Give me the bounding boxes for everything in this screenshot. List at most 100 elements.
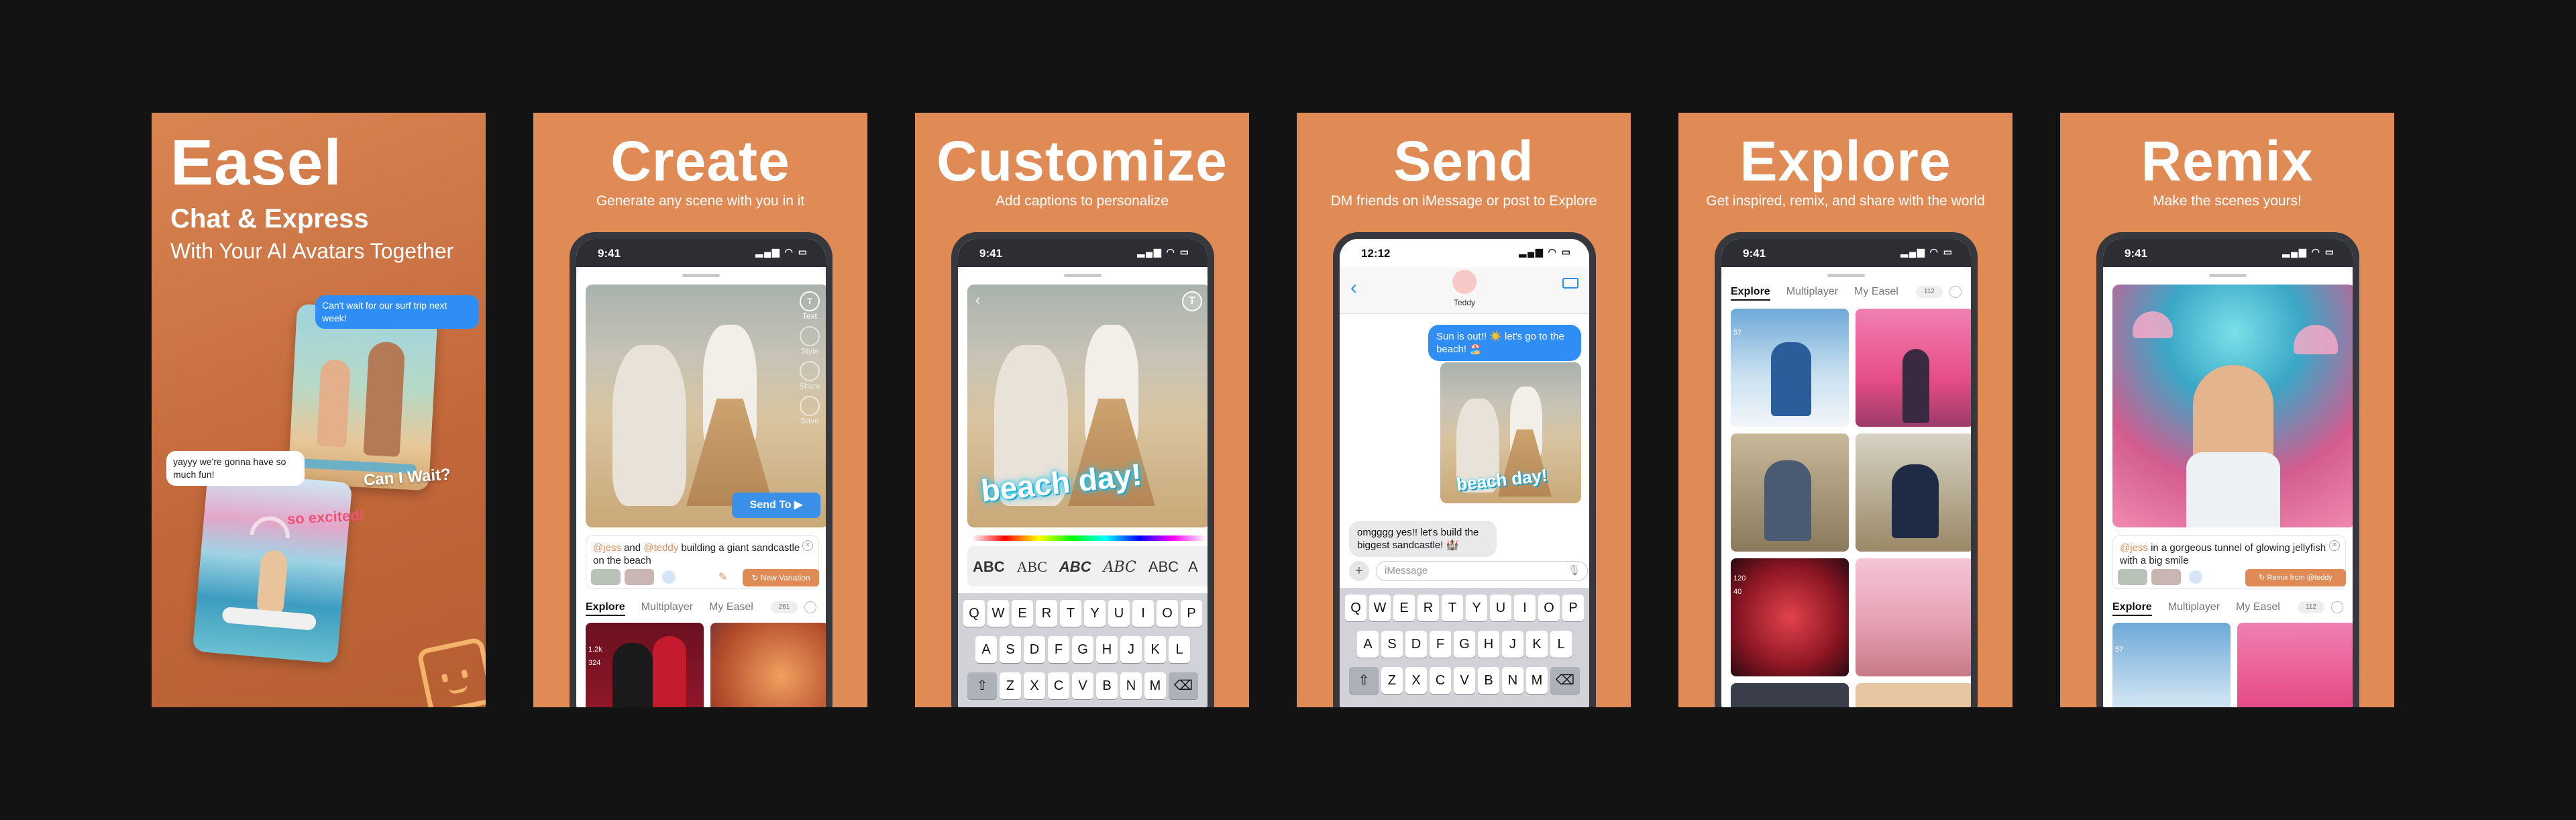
avatar-teddy[interactable] <box>2151 569 2181 585</box>
key-e[interactable]: E <box>1012 600 1033 627</box>
share-tool-icon[interactable] <box>800 361 820 381</box>
back-icon[interactable]: ‹ <box>1350 276 1357 299</box>
explore-tile[interactable] <box>1856 683 1971 707</box>
key-m[interactable]: M <box>1144 672 1166 699</box>
tab-my-easel[interactable]: My Easel <box>2236 601 2280 613</box>
tab-multiplayer[interactable]: Multiplayer <box>2168 601 2220 613</box>
explore-tile[interactable] <box>1856 558 1971 676</box>
key-d[interactable]: D <box>1405 631 1427 658</box>
key-e[interactable]: E <box>1393 595 1415 621</box>
tab-explore[interactable]: Explore <box>2112 601 2152 616</box>
contact-name[interactable]: Teddy <box>1340 298 1589 307</box>
key-l[interactable]: L <box>1550 631 1572 658</box>
key-v[interactable]: V <box>1454 667 1475 694</box>
key-a[interactable]: A <box>1357 631 1379 658</box>
explore-tile[interactable] <box>2237 623 2353 707</box>
key-o[interactable]: O <box>1538 595 1560 621</box>
sheet-grabber[interactable] <box>1064 274 1102 277</box>
save-tool-icon[interactable] <box>800 396 820 416</box>
key-x[interactable]: X <box>1024 672 1045 699</box>
avatar-jess[interactable] <box>2118 569 2147 585</box>
key-y[interactable]: Y <box>1466 595 1487 621</box>
key-t[interactable]: T <box>1442 595 1463 621</box>
key-j[interactable]: J <box>1502 631 1523 658</box>
key-k[interactable]: K <box>1526 631 1548 658</box>
new-variation-button[interactable]: ↻ New Variation <box>743 569 819 586</box>
shift-key[interactable]: ⇧ <box>967 672 997 699</box>
font-option[interactable]: ABC <box>1104 559 1136 576</box>
font-option[interactable]: ABC <box>1059 558 1091 575</box>
sent-image[interactable]: beach day! <box>1440 362 1581 503</box>
bell-icon[interactable] <box>1949 286 1962 298</box>
clear-icon[interactable]: ✕ <box>2329 540 2340 551</box>
explore-tile[interactable] <box>1731 433 1849 552</box>
key-s[interactable]: S <box>1381 631 1403 658</box>
key-a[interactable]: A <box>975 636 997 663</box>
key-q[interactable]: Q <box>963 600 985 627</box>
back-icon[interactable]: ‹ <box>975 291 980 309</box>
explore-tile[interactable]: 1.2k 324 <box>586 623 704 707</box>
key-y[interactable]: Y <box>1084 600 1106 627</box>
shift-key[interactable]: ⇧ <box>1349 667 1379 694</box>
sheet-grabber[interactable] <box>2209 274 2247 277</box>
key-w[interactable]: W <box>1369 595 1391 621</box>
delete-key[interactable]: ⌫ <box>1169 672 1198 699</box>
tab-explore[interactable]: Explore <box>1731 286 1770 301</box>
key-g[interactable]: G <box>1454 631 1475 658</box>
key-f[interactable]: F <box>1048 636 1069 663</box>
key-i[interactable]: I <box>1514 595 1536 621</box>
avatar-jess[interactable] <box>591 569 621 585</box>
key-n[interactable]: N <box>1502 667 1523 694</box>
key-z[interactable]: Z <box>1000 672 1021 699</box>
key-d[interactable]: D <box>1024 636 1045 663</box>
send-to-button[interactable]: Send To ▶ <box>732 493 820 518</box>
remix-image[interactable] <box>2112 285 2353 527</box>
generated-image[interactable]: T Text Style Share Save Send To ▶ <box>586 285 826 527</box>
explore-tile[interactable]: 120 40 <box>1731 558 1849 676</box>
key-k[interactable]: K <box>1144 636 1166 663</box>
tab-explore[interactable]: Explore <box>586 601 625 616</box>
font-option-selected[interactable]: ABC <box>973 558 1005 575</box>
magic-wand-icon[interactable]: ✎ <box>718 570 732 584</box>
tab-multiplayer[interactable]: Multiplayer <box>1786 286 1838 297</box>
text-tool-icon[interactable]: T <box>1182 291 1202 311</box>
clear-icon[interactable]: ✕ <box>802 540 813 551</box>
key-h[interactable]: H <box>1478 631 1499 658</box>
key-u[interactable]: U <box>1108 600 1130 627</box>
key-m[interactable]: M <box>1526 667 1548 694</box>
key-p[interactable]: P <box>1562 595 1584 621</box>
remix-button[interactable]: ↻ Remix from @teddy <box>2245 569 2346 586</box>
font-option[interactable]: ABC <box>1148 558 1179 575</box>
explore-tile[interactable] <box>1856 433 1971 552</box>
key-t[interactable]: T <box>1060 600 1081 627</box>
bell-icon[interactable] <box>2331 601 2343 613</box>
key-l[interactable]: L <box>1169 636 1190 663</box>
key-r[interactable]: R <box>1036 600 1057 627</box>
key-b[interactable]: B <box>1096 672 1118 699</box>
tab-my-easel[interactable]: My Easel <box>709 601 753 613</box>
key-p[interactable]: P <box>1181 600 1202 627</box>
tab-multiplayer[interactable]: Multiplayer <box>641 601 693 613</box>
key-o[interactable]: O <box>1157 600 1178 627</box>
key-f[interactable]: F <box>1430 631 1451 658</box>
avatar-teddy[interactable] <box>625 569 654 585</box>
font-option[interactable]: ABC <box>1017 558 1047 575</box>
key-n[interactable]: N <box>1120 672 1142 699</box>
contact-avatar[interactable] <box>1452 270 1477 294</box>
caption-canvas[interactable]: ‹ T beach day! <box>967 285 1208 527</box>
key-z[interactable]: Z <box>1381 667 1403 694</box>
key-g[interactable]: G <box>1072 636 1093 663</box>
key-i[interactable]: I <box>1132 600 1154 627</box>
explore-tile[interactable]: 57 <box>2112 623 2231 707</box>
key-v[interactable]: V <box>1072 672 1093 699</box>
explore-tile[interactable] <box>710 623 826 707</box>
key-w[interactable]: W <box>987 600 1009 627</box>
color-slider[interactable] <box>971 535 1206 541</box>
delete-key[interactable]: ⌫ <box>1550 667 1580 694</box>
key-s[interactable]: S <box>1000 636 1021 663</box>
bell-icon[interactable] <box>804 601 816 613</box>
mention-jess[interactable]: @jess <box>2120 542 2148 554</box>
key-q[interactable]: Q <box>1345 595 1366 621</box>
mention-jess[interactable]: @jess <box>593 542 621 554</box>
key-c[interactable]: C <box>1048 672 1069 699</box>
